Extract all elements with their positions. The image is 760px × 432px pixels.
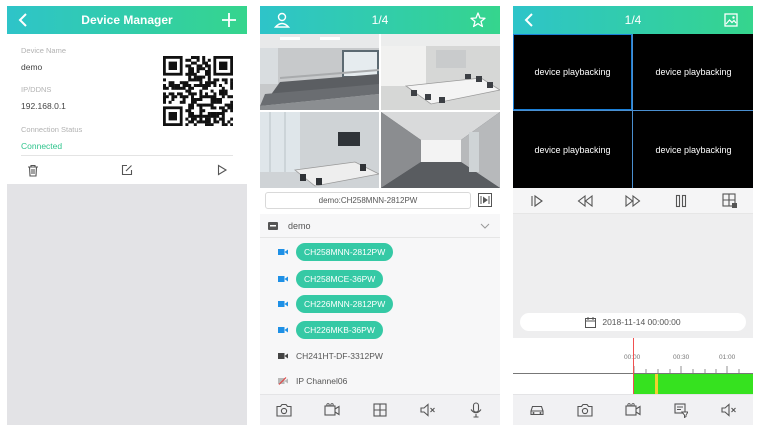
play-icon[interactable] bbox=[214, 162, 230, 178]
playback-cell[interactable]: device playbacking bbox=[634, 112, 753, 188]
playback-timeline[interactable]: 00:00 00:30 01:00 bbox=[513, 338, 753, 396]
channel-item[interactable]: IP Channel06 bbox=[278, 372, 347, 390]
channel-name: CH226MKB-36PW bbox=[296, 321, 383, 339]
qr-code bbox=[163, 56, 233, 126]
video-record-icon[interactable] bbox=[323, 401, 341, 419]
chevron-down-icon[interactable] bbox=[480, 222, 490, 230]
page-indicator: 1/4 bbox=[624, 13, 642, 27]
page-indicator: 1/4 bbox=[371, 13, 389, 27]
device-name-value: demo bbox=[21, 62, 43, 72]
date-value: 2018-11-14 00:00:00 bbox=[602, 317, 681, 327]
ip-label: IP/DDNS bbox=[21, 85, 52, 94]
camera-icon[interactable] bbox=[576, 401, 594, 419]
channel-item[interactable]: CH258MNN-2812PW bbox=[278, 243, 394, 261]
playback-toolbar bbox=[513, 394, 753, 425]
device-name-label: Device Name bbox=[21, 46, 67, 55]
filter-icon[interactable] bbox=[672, 401, 690, 419]
live-thumbnail-grid bbox=[260, 34, 500, 188]
playback-header: 1/4 bbox=[513, 6, 753, 34]
microphone-icon[interactable] bbox=[467, 401, 485, 419]
playback-video-grid: device playbacking device playbacking de… bbox=[513, 34, 753, 188]
timeline-cursor[interactable] bbox=[633, 338, 634, 396]
delete-icon[interactable] bbox=[25, 162, 41, 178]
mute-icon[interactable] bbox=[419, 401, 437, 419]
camera-thumbnail-corridor[interactable] bbox=[381, 112, 500, 188]
channel-item[interactable]: CH258MCE-36PW bbox=[278, 270, 384, 288]
channel-name: CH258MNN-2812PW bbox=[296, 243, 394, 261]
video-record-icon[interactable] bbox=[624, 401, 642, 419]
status-label: Connection Status bbox=[21, 125, 83, 134]
video-camera-icon bbox=[278, 326, 288, 334]
event-marker bbox=[655, 374, 658, 396]
camera-icon[interactable] bbox=[275, 401, 293, 419]
calendar-icon bbox=[585, 316, 597, 328]
page-title: Device Manager bbox=[81, 13, 173, 27]
channel-search-bar: demo:CH258MNN-2812PW bbox=[260, 188, 500, 214]
device-group-name: demo bbox=[288, 221, 311, 231]
live-view-screen: 1/4 demo:CH258MNN-2812PW demo CH258MNN-2… bbox=[260, 6, 500, 425]
user-icon[interactable] bbox=[272, 10, 292, 30]
pause-icon[interactable] bbox=[673, 193, 689, 209]
car-icon[interactable] bbox=[528, 401, 546, 419]
grid-divider bbox=[513, 110, 753, 111]
video-camera-icon bbox=[278, 300, 288, 308]
recording-segment[interactable] bbox=[634, 374, 753, 396]
video-camera-icon bbox=[278, 275, 288, 283]
grid-divider bbox=[632, 34, 633, 188]
camera-thumbnail-classroom[interactable] bbox=[260, 34, 379, 110]
rewind-icon[interactable] bbox=[577, 193, 593, 209]
playlist-icon[interactable] bbox=[478, 193, 492, 207]
fast-forward-icon[interactable] bbox=[625, 193, 641, 209]
playback-cell[interactable]: device playbacking bbox=[513, 112, 632, 188]
channel-item[interactable]: CH226MKB-36PW bbox=[278, 321, 383, 339]
image-icon[interactable] bbox=[721, 10, 741, 30]
edit-icon[interactable] bbox=[119, 162, 135, 178]
split-screen-icon[interactable] bbox=[721, 193, 737, 209]
channel-name: CH258MCE-36PW bbox=[296, 270, 384, 288]
nvr-icon bbox=[268, 222, 278, 230]
playback-cell[interactable]: device playbacking bbox=[513, 34, 632, 110]
mute-icon[interactable] bbox=[720, 401, 738, 419]
step-frame-icon[interactable] bbox=[529, 193, 545, 209]
playback-controls bbox=[513, 188, 753, 214]
channel-name: CH226MNN-2812PW bbox=[296, 295, 394, 313]
channel-name: IP Channel06 bbox=[296, 376, 348, 386]
device-group-row[interactable]: demo bbox=[260, 214, 500, 238]
live-view-header: 1/4 bbox=[260, 6, 500, 34]
back-icon[interactable] bbox=[13, 10, 33, 30]
device-manager-header: Device Manager bbox=[7, 6, 247, 34]
divider bbox=[21, 155, 233, 156]
playback-cell[interactable]: device playbacking bbox=[634, 34, 753, 110]
camera-thumbnail-conference[interactable] bbox=[381, 34, 500, 110]
grid-icon[interactable] bbox=[371, 401, 389, 419]
channel-name: CH241HT-DF-3312PW bbox=[296, 351, 383, 361]
date-picker[interactable]: 2018-11-14 00:00:00 bbox=[520, 313, 746, 331]
device-manager-screen: Device Manager Device Name demo IP/DDNS … bbox=[7, 6, 247, 425]
video-camera-icon bbox=[278, 248, 288, 256]
camera-thumbnail-meeting-room[interactable] bbox=[260, 112, 379, 188]
add-icon[interactable] bbox=[219, 10, 239, 30]
playback-screen: 1/4 device playbacking device playbackin… bbox=[513, 6, 753, 425]
ip-value: 192.168.0.1 bbox=[21, 101, 66, 111]
device-card[interactable]: Device Name demo IP/DDNS 192.168.0.1 Con… bbox=[7, 34, 247, 184]
offline-camera-icon bbox=[278, 377, 288, 385]
channel-search-field[interactable]: demo:CH258MNN-2812PW bbox=[265, 192, 471, 209]
status-value: Connected bbox=[21, 141, 63, 151]
channel-item[interactable]: CH241HT-DF-3312PW bbox=[278, 347, 383, 365]
video-camera-icon bbox=[278, 352, 288, 360]
channel-item[interactable]: CH226MNN-2812PW bbox=[278, 295, 394, 313]
back-icon[interactable] bbox=[519, 10, 539, 30]
live-view-toolbar bbox=[260, 394, 500, 425]
star-icon[interactable] bbox=[468, 10, 488, 30]
